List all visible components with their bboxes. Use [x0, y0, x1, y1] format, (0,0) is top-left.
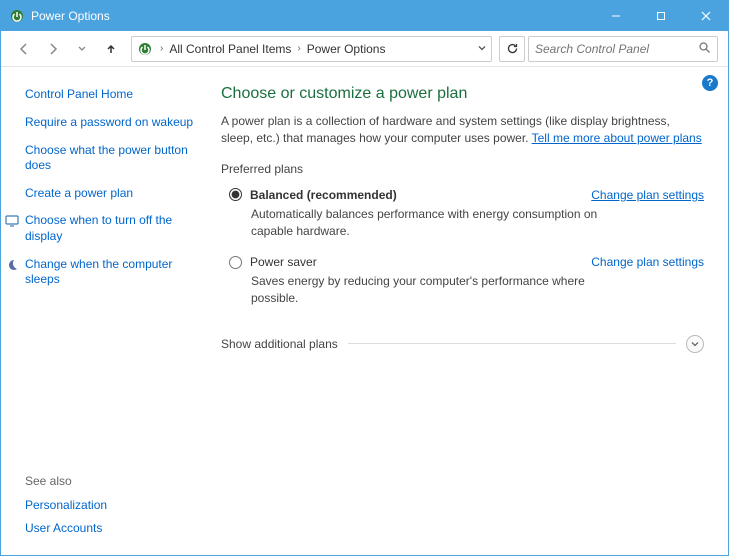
divider [348, 343, 676, 344]
forward-button[interactable] [40, 36, 66, 62]
back-button[interactable] [11, 36, 37, 62]
search-input-container[interactable] [528, 36, 718, 62]
breadcrumb-item[interactable]: All Control Panel Items [169, 42, 291, 56]
sidebar: Control Panel Home Require a password on… [1, 67, 207, 555]
plan-name[interactable]: Power saver [250, 255, 317, 269]
see-also-label: See also [25, 474, 197, 488]
moon-icon [5, 258, 19, 272]
navbar: › All Control Panel Items › Power Option… [1, 31, 728, 67]
search-input[interactable] [535, 42, 698, 56]
power-options-icon [136, 40, 154, 58]
display-icon [5, 214, 19, 228]
sidebar-link-require-password[interactable]: Require a password on wakeup [25, 115, 197, 131]
plan-balanced: Balanced (recommended) Change plan setti… [221, 182, 704, 250]
refresh-button[interactable] [499, 36, 525, 62]
breadcrumb-item[interactable]: Power Options [307, 42, 386, 56]
power-options-icon [9, 8, 25, 24]
help-button[interactable]: ? [702, 75, 718, 91]
close-button[interactable] [683, 1, 728, 31]
sidebar-link-create-plan[interactable]: Create a power plan [25, 186, 197, 202]
chevron-right-icon[interactable]: › [295, 43, 302, 54]
plan-description: Automatically balances performance with … [229, 202, 704, 240]
sidebar-link-when-sleep[interactable]: Change when the computer sleeps [25, 257, 197, 288]
expand-button[interactable] [686, 335, 704, 353]
window-title: Power Options [31, 9, 110, 23]
plan-description: Saves energy by reducing your computer's… [229, 269, 704, 307]
chevron-down-icon [690, 339, 700, 349]
breadcrumb[interactable]: › All Control Panel Items › Power Option… [131, 36, 492, 62]
minimize-button[interactable] [593, 1, 638, 31]
recent-dropdown-button[interactable] [69, 36, 95, 62]
page-title: Choose or customize a power plan [221, 85, 704, 103]
sidebar-link-turn-off-display[interactable]: Choose when to turn off the display [25, 213, 197, 244]
up-button[interactable] [98, 36, 124, 62]
sidebar-link-user-accounts[interactable]: User Accounts [25, 521, 197, 537]
plan-power-saver: Power saver Change plan settings Saves e… [221, 249, 704, 317]
plan-balanced-radio[interactable] [229, 188, 242, 201]
chevron-down-icon[interactable] [477, 42, 487, 56]
sidebar-item-label: Choose when to turn off the display [25, 213, 172, 243]
control-panel-home-link[interactable]: Control Panel Home [25, 87, 197, 101]
sidebar-item-label: Change when the computer sleeps [25, 257, 172, 287]
preferred-plans-label: Preferred plans [221, 162, 704, 176]
learn-more-link[interactable]: Tell me more about power plans [532, 131, 702, 145]
chevron-right-icon[interactable]: › [158, 43, 165, 54]
titlebar: Power Options [1, 1, 728, 31]
change-plan-settings-link[interactable]: Change plan settings [591, 255, 704, 269]
sidebar-link-personalization[interactable]: Personalization [25, 498, 197, 514]
main-content: ? Choose or customize a power plan A pow… [207, 67, 728, 555]
sidebar-link-power-button[interactable]: Choose what the power button does [25, 143, 197, 174]
plan-saver-radio[interactable] [229, 256, 242, 269]
page-description: A power plan is a collection of hardware… [221, 113, 704, 148]
show-additional-plans-row[interactable]: Show additional plans [221, 335, 704, 353]
change-plan-settings-link[interactable]: Change plan settings [591, 188, 704, 202]
search-icon[interactable] [698, 41, 711, 57]
show-additional-plans-label: Show additional plans [221, 337, 338, 351]
plan-name[interactable]: Balanced (recommended) [250, 188, 397, 202]
maximize-button[interactable] [638, 1, 683, 31]
